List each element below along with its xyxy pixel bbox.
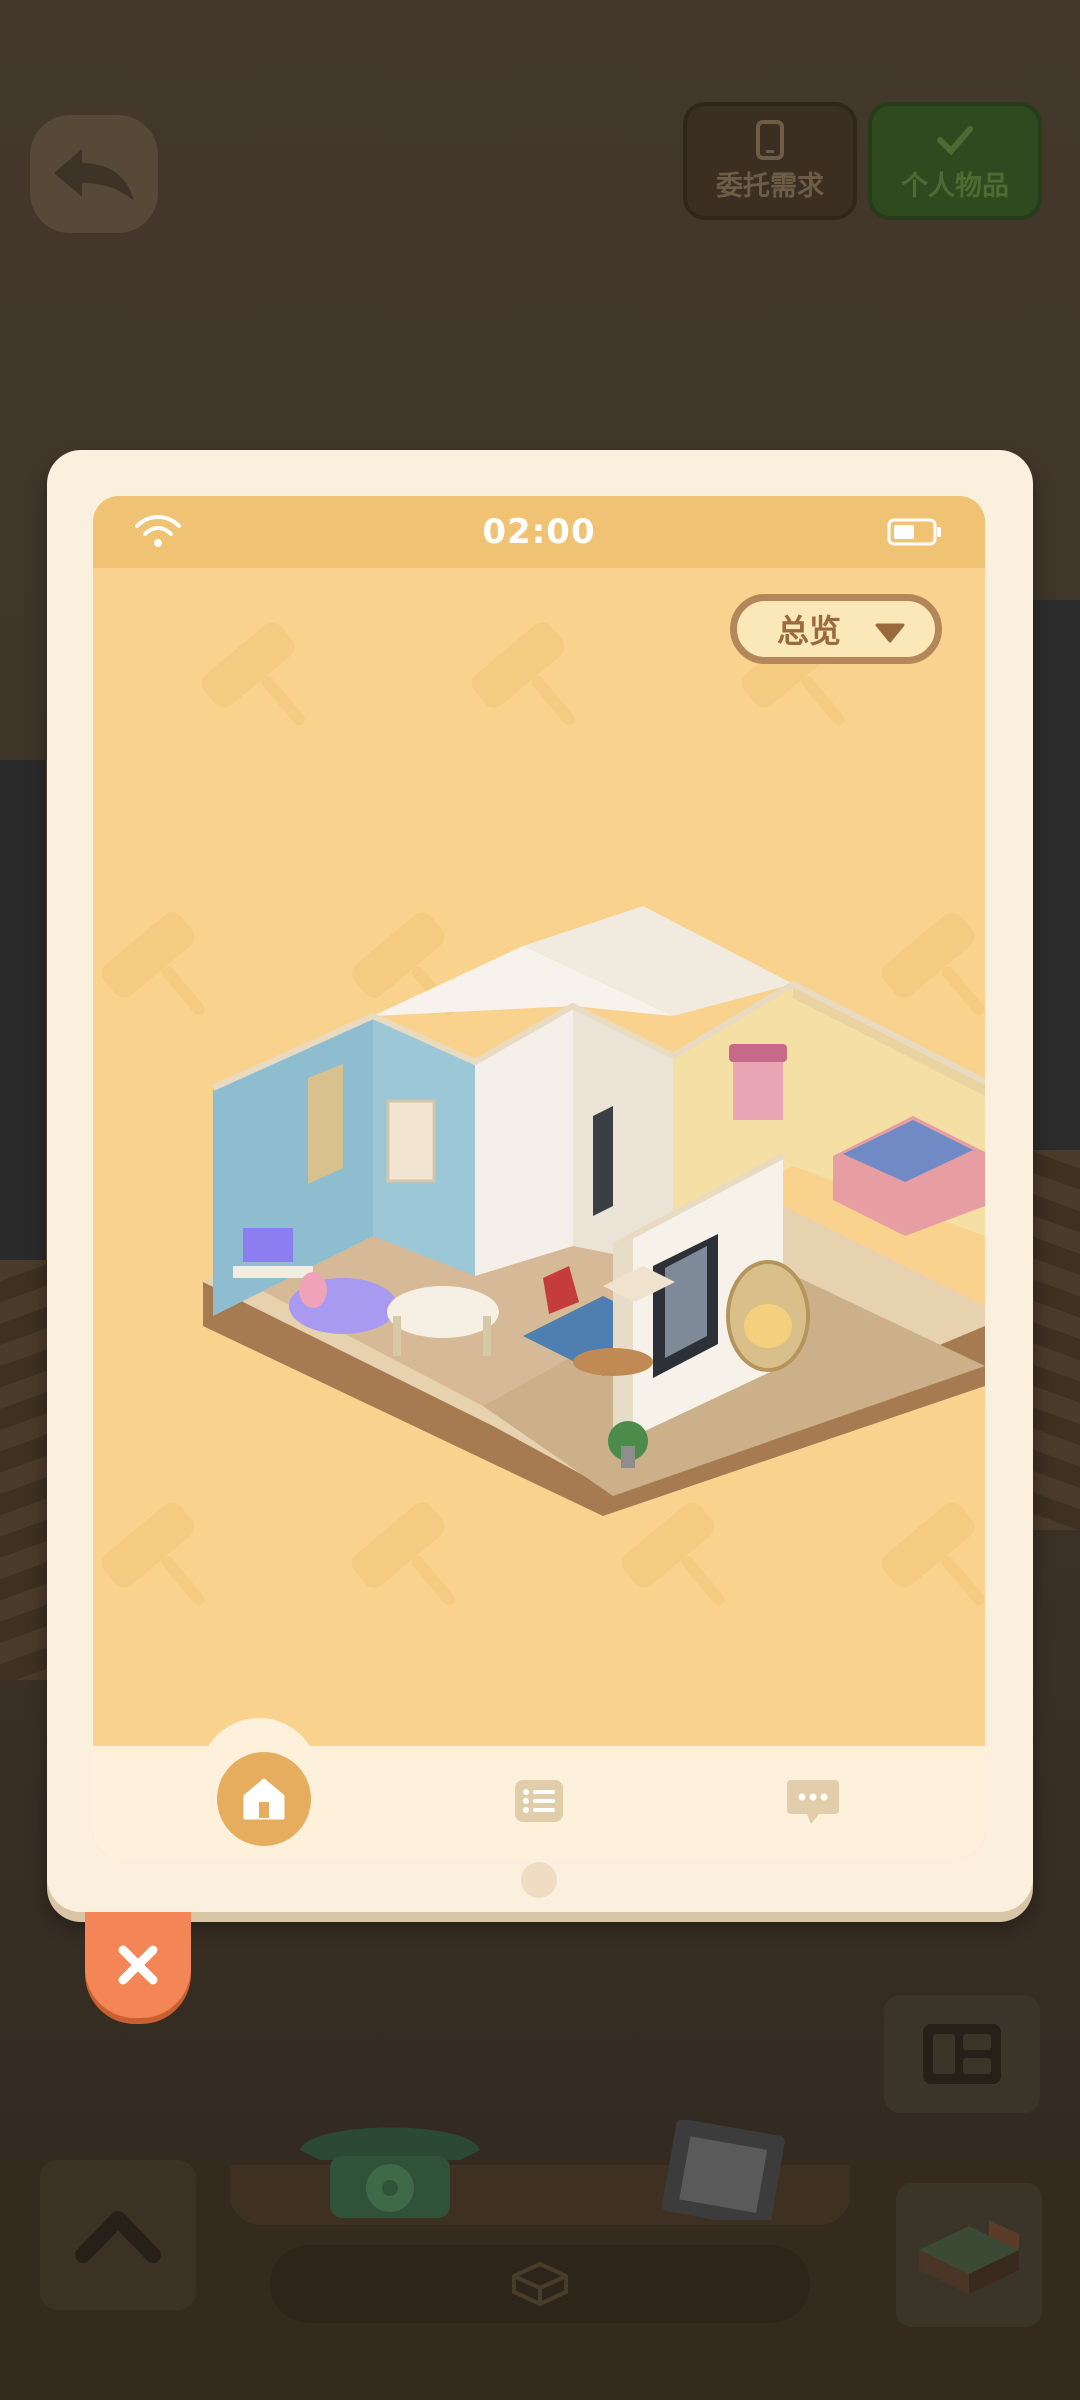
roller-pattern-icon xyxy=(471,622,575,726)
home-icon xyxy=(243,1778,285,1820)
phone-screen: 02:00 总览 xyxy=(93,496,985,1858)
bed-item-icon xyxy=(919,2220,1019,2294)
personal-items-label: 个人物品 xyxy=(901,170,1009,202)
check-icon xyxy=(937,125,973,155)
commission-label: 委托需求 xyxy=(716,170,824,202)
commission-button[interactable]: 委托需求 xyxy=(683,102,857,220)
view-dropdown-label: 总览 xyxy=(777,612,842,650)
chevron-up-icon xyxy=(75,2211,161,2263)
picture-frame-prop-icon xyxy=(662,2120,785,2220)
back-button[interactable] xyxy=(30,115,158,233)
wifi-icon xyxy=(135,515,181,547)
phone-icon xyxy=(756,119,784,160)
status-time: 02:00 xyxy=(482,512,596,552)
personal-items-button[interactable]: 个人物品 xyxy=(868,102,1042,220)
close-icon xyxy=(118,1945,158,1985)
nav-home-button[interactable] xyxy=(217,1752,311,1846)
roller-pattern-icon xyxy=(201,622,305,726)
back-arrow-icon xyxy=(54,149,134,201)
view-dropdown[interactable]: 总览 xyxy=(730,594,942,664)
close-button[interactable] xyxy=(85,1912,191,2018)
cube-icon xyxy=(512,2261,568,2307)
layout-icon xyxy=(923,2024,1001,2084)
layout-button[interactable] xyxy=(884,1995,1040,2113)
expand-toolbar-button[interactable] xyxy=(40,2160,196,2310)
item-scroll-bar[interactable] xyxy=(270,2245,810,2323)
shop-cart-button[interactable] xyxy=(896,2183,1042,2327)
chat-icon[interactable] xyxy=(785,1776,841,1828)
battery-icon xyxy=(887,518,941,546)
list-icon[interactable] xyxy=(513,1778,565,1824)
status-bar: 02:00 xyxy=(93,496,985,568)
phone-home-indicator xyxy=(521,1862,557,1898)
telephone-prop-icon xyxy=(300,2127,480,2218)
background-wall-left xyxy=(0,760,52,1280)
house-floorplan-illustration[interactable] xyxy=(193,906,985,1516)
caret-down-icon xyxy=(875,623,905,643)
